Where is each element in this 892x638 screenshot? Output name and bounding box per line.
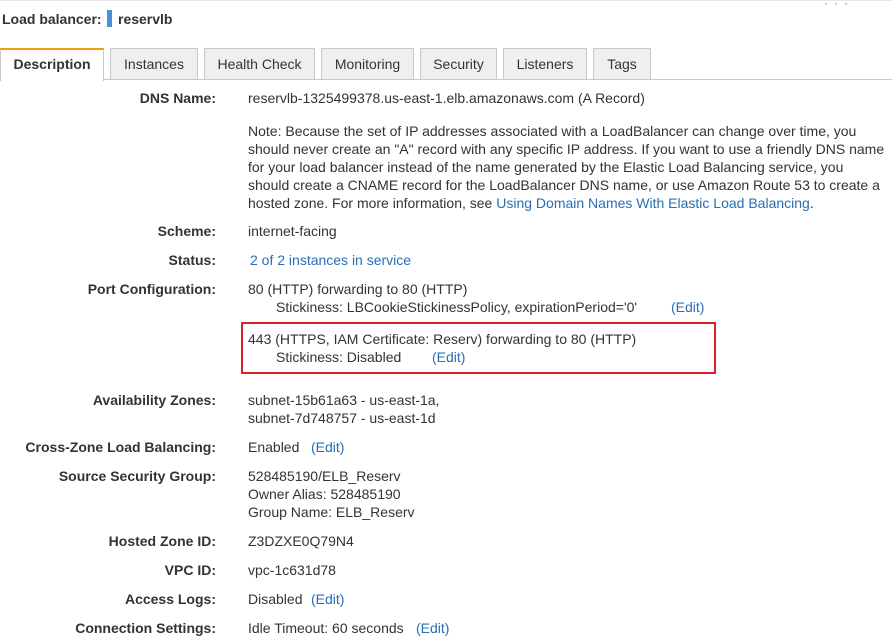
- load-balancer-name: reservlb: [118, 11, 173, 27]
- detail-tabs: Description Instances Health Check Monit…: [0, 48, 892, 81]
- tab-listeners[interactable]: Listeners: [503, 48, 587, 80]
- hosted-zone-id-label: Hosted Zone ID:: [108, 533, 216, 549]
- status-link[interactable]: 2 of 2 instances in service: [250, 252, 411, 268]
- resize-handle-icon[interactable]: ° ° °: [824, 1, 850, 11]
- dns-name-label: DNS Name:: [139, 90, 216, 106]
- port-entry-2-edit-link[interactable]: (Edit): [432, 349, 465, 365]
- access-logs-edit-link[interactable]: (Edit): [311, 591, 344, 607]
- domain-names-help-link[interactable]: Using Domain Names With Elastic Load Bal…: [496, 195, 810, 211]
- hosted-zone-id-value: Z3DZXE0Q79N4: [248, 533, 354, 549]
- scheme-value: internet-facing: [248, 223, 337, 239]
- connection-settings-edit-link[interactable]: (Edit): [416, 620, 449, 636]
- tab-monitoring[interactable]: Monitoring: [321, 48, 414, 80]
- source-security-group-label: Source Security Group:: [58, 468, 216, 484]
- access-logs-label: Access Logs:: [124, 591, 216, 607]
- port-entry-1-edit-link[interactable]: (Edit): [671, 299, 704, 315]
- tab-tags[interactable]: Tags: [593, 48, 651, 80]
- dns-name-value: reservlb-1325499378.us-east-1.elb.amazon…: [248, 90, 645, 106]
- security-group-owner-alias: Owner Alias: 528485190: [248, 486, 401, 502]
- load-balancer-label: Load balancer:: [2, 11, 102, 27]
- status-label: Status:: [168, 252, 216, 268]
- tab-description[interactable]: Description: [0, 48, 104, 81]
- dns-note-period: .: [809, 195, 814, 211]
- port-entry-2-forwarding: 443 (HTTPS, IAM Certificate: Reserv) for…: [248, 331, 637, 347]
- port-entry-1-stickiness: Stickiness: LBCookieStickinessPolicy, ex…: [276, 299, 638, 315]
- scheme-label: Scheme:: [157, 223, 216, 239]
- access-logs-value: Disabled: [248, 591, 303, 607]
- cross-zone-edit-link[interactable]: (Edit): [311, 439, 344, 455]
- cross-zone-label: Cross-Zone Load Balancing:: [25, 439, 216, 455]
- highlighted-https-listener-box: [241, 322, 716, 374]
- availability-zone-2: subnet-7d748757 - us-east-1d: [248, 410, 436, 426]
- security-group-id: 528485190/ELB_Reserv: [248, 468, 401, 484]
- vpc-id-label: VPC ID:: [164, 562, 216, 578]
- dns-note: Note: Because the set of IP addresses as…: [248, 122, 888, 212]
- tab-health-check[interactable]: Health Check: [204, 48, 315, 80]
- port-entry-2-stickiness: Stickiness: Disabled: [276, 349, 402, 365]
- tab-divider: [0, 79, 892, 80]
- load-balancer-color-marker: [107, 10, 112, 27]
- vpc-id-value: vpc-1c631d78: [248, 562, 336, 578]
- cross-zone-value: Enabled: [248, 439, 300, 455]
- tab-instances[interactable]: Instances: [110, 48, 198, 80]
- connection-settings-label: Connection Settings:: [75, 620, 216, 636]
- port-configuration-label: Port Configuration:: [87, 281, 216, 297]
- availability-zone-1: subnet-15b61a63 - us-east-1a,: [248, 392, 440, 408]
- availability-zones-label: Availability Zones:: [92, 392, 216, 408]
- security-group-name: Group Name: ELB_Reserv: [248, 504, 415, 520]
- connection-settings-value: Idle Timeout: 60 seconds: [248, 620, 404, 636]
- tab-security[interactable]: Security: [420, 48, 497, 80]
- page-header: Load balancer: reservlb ° ° °: [0, 0, 892, 38]
- port-entry-1-forwarding: 80 (HTTP) forwarding to 80 (HTTP): [248, 281, 468, 297]
- header-top-divider: [0, 0, 892, 1]
